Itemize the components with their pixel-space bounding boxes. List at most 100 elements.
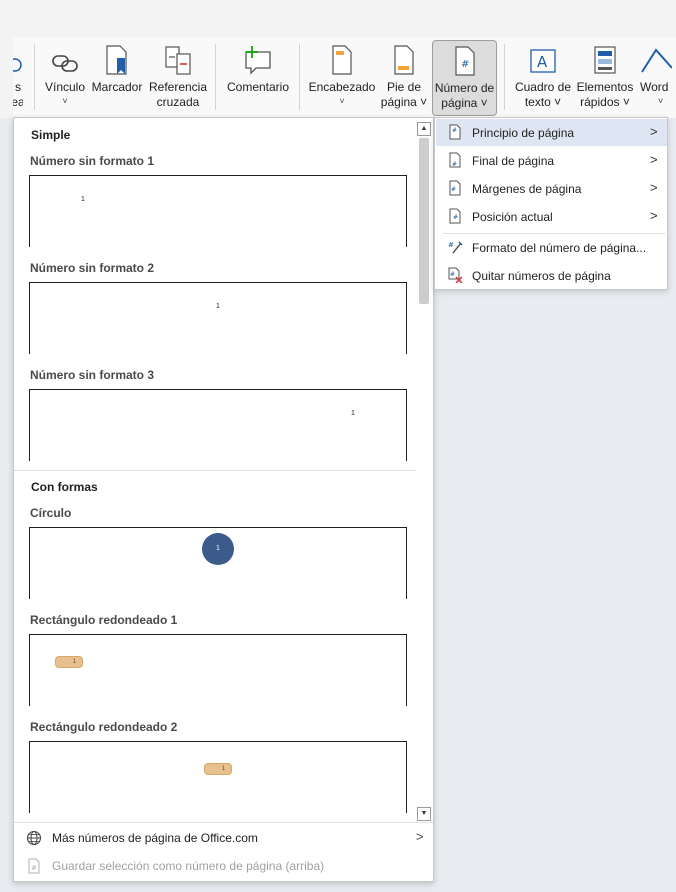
menu-item-current-position[interactable]: # Posición actual > bbox=[436, 203, 667, 230]
bookmark-label: Marcador bbox=[91, 80, 143, 94]
chevron-right-icon: > bbox=[650, 152, 658, 167]
text-box-icon: A bbox=[527, 40, 559, 76]
menu-item-bottom-of-page[interactable]: # Final de página > bbox=[436, 147, 667, 174]
menu-item-label: Posición actual bbox=[472, 210, 553, 224]
gallery-scrollbar[interactable]: ▲ ▼ bbox=[417, 122, 431, 821]
cross-reference-label-2: cruzada bbox=[156, 95, 200, 109]
save-selection-page-number-button: # Guardar selección como número de págin… bbox=[14, 852, 433, 880]
link-icon bbox=[50, 40, 80, 76]
comment-icon bbox=[242, 40, 274, 76]
menu-item-page-margins[interactable]: # Márgenes de página > bbox=[436, 175, 667, 202]
gallery-item-title: Círculo bbox=[30, 506, 72, 520]
page-number-label-2: página ˅ bbox=[441, 96, 488, 110]
ribbon-separator bbox=[215, 44, 216, 110]
quick-parts-label-1: Elementos bbox=[576, 80, 634, 94]
chevron-right-icon: > bbox=[650, 208, 658, 223]
header-button[interactable]: Encabezado ˅ bbox=[308, 40, 376, 116]
gallery-item-title: Rectángulo redondeado 1 bbox=[30, 613, 178, 627]
svg-text:#: # bbox=[453, 214, 458, 221]
menu-item-format-page-numbers[interactable]: # Formato del número de página... bbox=[436, 234, 667, 261]
more-page-numbers-office-button[interactable]: Más números de página de Office.com > bbox=[14, 824, 433, 852]
menu-item-remove-page-numbers[interactable]: # Quitar números de página bbox=[436, 262, 667, 289]
gallery-item-plain-number-1[interactable]: 1 bbox=[29, 175, 407, 247]
comment-label: Comentario bbox=[226, 80, 290, 94]
partial-label-1: s bbox=[15, 80, 21, 94]
page-number-button[interactable]: # Número de página ˅ bbox=[432, 40, 497, 116]
page-number-preview: 1 bbox=[351, 410, 355, 417]
gallery-item-title: Número sin formato 1 bbox=[30, 154, 155, 168]
wordart-icon bbox=[638, 40, 672, 76]
bookmark-button[interactable]: Marcador bbox=[90, 40, 144, 116]
wordart-button[interactable]: Word ˅ bbox=[638, 40, 676, 116]
gallery-item-rounded-rectangle-2[interactable]: 1 bbox=[29, 741, 407, 813]
link-dropdown-chevron[interactable]: ˅ bbox=[62, 95, 67, 107]
top-of-page-icon: # bbox=[447, 124, 463, 140]
gallery-scroll-area[interactable]: Simple Número sin formato 1 1 Número sin… bbox=[14, 118, 416, 821]
header-dropdown-chevron[interactable]: ˅ bbox=[339, 95, 344, 107]
scroll-up-arrow-icon[interactable]: ▲ bbox=[417, 122, 431, 136]
rounded-rectangle-shape-preview: 1 bbox=[55, 656, 83, 668]
svg-text:A: A bbox=[537, 53, 548, 71]
partial-label-2: ea bbox=[13, 95, 23, 109]
wordart-dropdown-chevron[interactable]: ˅ bbox=[638, 95, 663, 107]
scrollbar-thumb[interactable] bbox=[419, 138, 429, 304]
menu-item-label: Quitar números de página bbox=[472, 269, 611, 283]
gallery-item-title: Número sin formato 2 bbox=[30, 261, 155, 275]
header-icon bbox=[329, 40, 355, 76]
text-box-button[interactable]: A Cuadro de texto ˅ bbox=[512, 40, 574, 116]
menu-item-top-of-page[interactable]: # Principio de página > bbox=[436, 119, 667, 146]
gallery-item-rounded-rectangle-1[interactable]: 1 bbox=[29, 634, 407, 706]
globe-icon bbox=[26, 830, 42, 846]
circle-shape-preview: 1 bbox=[202, 533, 234, 565]
menu-item-label: Final de página bbox=[472, 154, 555, 168]
section-title-shapes: Con formas bbox=[31, 480, 98, 494]
menu-item-label: Principio de página bbox=[472, 126, 575, 140]
gallery-item-plain-number-3[interactable]: 1 bbox=[29, 389, 407, 461]
comment-button[interactable]: Comentario bbox=[224, 40, 292, 116]
svg-text:#: # bbox=[31, 864, 37, 872]
link-button[interactable]: Vínculo ˅ bbox=[42, 40, 88, 116]
gallery-item-circle[interactable]: 1 bbox=[29, 527, 407, 599]
chevron-right-icon: > bbox=[650, 180, 658, 195]
format-page-number-icon: # bbox=[447, 239, 463, 255]
ribbon-separator bbox=[299, 44, 300, 110]
svg-text:#: # bbox=[450, 271, 455, 278]
svg-text:#: # bbox=[452, 127, 457, 134]
cross-reference-icon bbox=[163, 40, 193, 76]
ribbon-separator bbox=[34, 44, 35, 110]
footer-button[interactable]: Pie de página ˅ bbox=[378, 40, 430, 116]
svg-text:#: # bbox=[451, 186, 456, 193]
page-number-label-1: Número de bbox=[434, 81, 495, 95]
chevron-right-icon: > bbox=[650, 124, 658, 139]
header-label: Encabezado bbox=[308, 80, 376, 94]
current-position-icon: # bbox=[447, 208, 463, 224]
partial-icon bbox=[13, 40, 23, 76]
svg-text:#: # bbox=[452, 161, 457, 168]
gallery-item-title: Rectángulo redondeado 2 bbox=[30, 720, 178, 734]
ribbon-partial-button[interactable]: s ea bbox=[13, 40, 23, 116]
quick-parts-label-2: rápidos ˅ bbox=[580, 95, 630, 109]
menu-item-label: Márgenes de página bbox=[472, 182, 582, 196]
quick-parts-icon bbox=[592, 40, 618, 76]
save-selection-label: Guardar selección como número de página … bbox=[52, 859, 325, 873]
cross-reference-button[interactable]: Referencia cruzada bbox=[147, 40, 209, 116]
page-margins-icon: # bbox=[447, 180, 463, 196]
link-label: Vínculo bbox=[44, 80, 86, 94]
chevron-right-icon: > bbox=[416, 829, 424, 844]
page-number-icon: # bbox=[452, 41, 478, 77]
gallery-item-plain-number-2[interactable]: 1 bbox=[29, 282, 407, 354]
page-number-gallery: Simple Número sin formato 1 1 Número sin… bbox=[13, 117, 434, 882]
scroll-down-arrow-icon[interactable]: ▼ bbox=[417, 807, 431, 821]
wordart-label: Word bbox=[640, 80, 669, 94]
gallery-item-title: Número sin formato 3 bbox=[30, 368, 155, 382]
bookmark-icon bbox=[103, 40, 131, 76]
remove-page-number-icon: # bbox=[447, 267, 463, 284]
more-page-numbers-label: Más números de página de Office.com bbox=[52, 831, 258, 845]
svg-text:#: # bbox=[461, 59, 469, 70]
quick-parts-button[interactable]: Elementos rápidos ˅ bbox=[575, 40, 635, 116]
page-number-submenu: # Principio de página > # Final de págin… bbox=[434, 117, 668, 290]
footer-separator bbox=[14, 822, 433, 823]
bottom-of-page-icon: # bbox=[447, 152, 463, 168]
rounded-rectangle-shape-preview: 1 bbox=[204, 763, 232, 775]
cross-reference-label-1: Referencia bbox=[148, 80, 208, 94]
